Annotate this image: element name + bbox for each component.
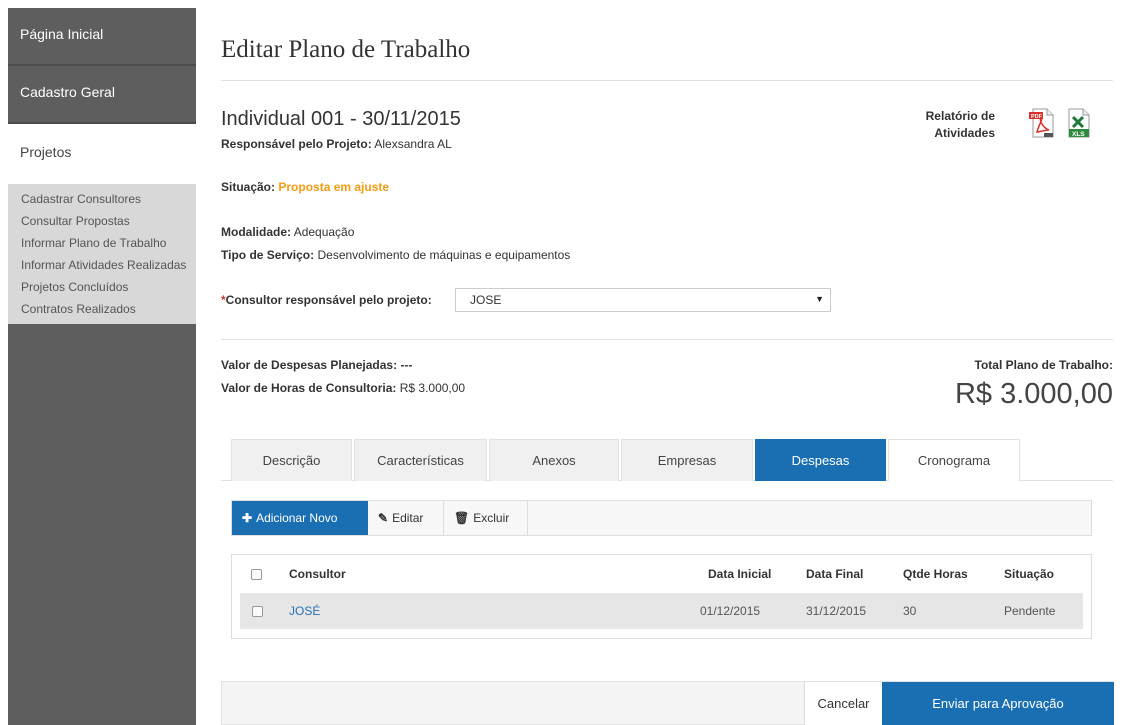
table-row[interactable]: JOSÉ 01/12/2015 31/12/2015 30 Pendente	[240, 593, 1083, 629]
header-data-final: Data Final	[806, 567, 864, 581]
responsavel-label: Responsável pelo Projeto:	[221, 137, 372, 151]
sidebar-subitem-projetos-concluidos[interactable]: Projetos Concluídos	[8, 276, 196, 298]
consultor-select[interactable]: JOSE ▼	[455, 288, 831, 312]
situacao-label: Situação:	[221, 180, 276, 194]
sidebar: Página Inicial Cadastro Geral Projetos C…	[8, 8, 196, 725]
pencil-icon: ✎	[378, 511, 389, 525]
row-qtde-horas: 30	[903, 604, 917, 618]
toolbar: ✚ Adicionar Novo ✎ Editar 🗑 Excluir	[231, 500, 1092, 536]
trash-icon: 🗑	[454, 511, 470, 525]
tab-descricao[interactable]: Descrição	[231, 439, 352, 481]
tab-anexos[interactable]: Anexos	[489, 439, 619, 481]
sidebar-subitem-cadastrar-consultores[interactable]: Cadastrar Consultores	[8, 188, 196, 210]
situacao-field: Situação: Proposta em ajuste	[221, 180, 389, 194]
header-situacao: Situação	[1004, 567, 1055, 581]
main-content: Editar Plano de Trabalho Individual 001 …	[221, 0, 1114, 725]
tipo-servico-label: Tipo de Serviço:	[221, 248, 315, 262]
sidebar-submenu: Cadastrar Consultores Consultar Proposta…	[8, 184, 196, 324]
sidebar-item-pagina-inicial[interactable]: Página Inicial	[8, 8, 196, 66]
consultor-label-text: Consultor responsável pelo projeto:	[225, 293, 432, 307]
horas-label: Valor de Horas de Consultoria:	[221, 381, 397, 395]
plus-icon: ✚	[242, 511, 253, 525]
consultor-label: *Consultor responsável pelo projeto:	[221, 293, 432, 307]
tipo-servico-field: Tipo de Serviço: Desenvolvimento de máqu…	[221, 248, 570, 262]
divider	[221, 80, 1113, 81]
total-label: Total Plano de Trabalho:	[974, 358, 1113, 372]
form-footer: Cancelar Enviar para Aprovação	[221, 681, 1114, 725]
row-checkbox[interactable]	[252, 605, 263, 617]
report-label-line2: Atividades	[934, 126, 995, 140]
row-situacao: Pendente	[1004, 604, 1056, 618]
tab-cronograma[interactable]: Cronograma	[888, 439, 1020, 481]
edit-button[interactable]: ✎ Editar	[368, 501, 444, 535]
despesas-field: Valor de Despesas Planejadas: ---	[221, 358, 412, 372]
svg-text:XLS: XLS	[1072, 131, 1085, 138]
delete-button[interactable]: 🗑 Excluir	[444, 501, 528, 535]
situacao-value: Proposta em ajuste	[278, 180, 390, 194]
horas-value: R$ 3.000,00	[399, 381, 466, 395]
add-new-label: Adicionar Novo	[256, 511, 338, 525]
caret-down-icon: ▼	[815, 294, 824, 304]
sidebar-item-cadastro-geral[interactable]: Cadastro Geral	[8, 66, 196, 124]
edit-label: Editar	[392, 511, 424, 525]
modalidade-label: Modalidade:	[221, 225, 292, 239]
horas-field: Valor de Horas de Consultoria: R$ 3.000,…	[221, 381, 465, 395]
tab-caracteristicas[interactable]: Características	[354, 439, 487, 481]
divider	[221, 339, 1113, 340]
select-all-checkbox[interactable]	[251, 568, 262, 580]
add-new-button[interactable]: ✚ Adicionar Novo	[232, 501, 368, 535]
sidebar-item-projetos[interactable]: Projetos	[8, 124, 196, 184]
total-value: R$ 3.000,00	[954, 378, 1113, 410]
row-checkbox-cell	[252, 593, 263, 629]
header-data-inicial: Data Inicial	[708, 567, 772, 581]
row-consultor-link[interactable]: JOSÉ	[289, 593, 320, 629]
pdf-file-icon[interactable]: PDF	[1029, 108, 1055, 138]
tab-empresas[interactable]: Empresas	[621, 439, 753, 481]
send-for-approval-button[interactable]: Enviar para Aprovação	[882, 682, 1114, 725]
consultor-select-value: JOSE	[470, 293, 502, 307]
sidebar-subitem-informar-atividades[interactable]: Informar Atividades Realizadas	[8, 254, 196, 276]
modalidade-value: Adequação	[293, 225, 355, 239]
report-label-line1: Relatório de	[925, 109, 995, 123]
row-data-final: 31/12/2015	[806, 604, 867, 618]
select-all-cell	[251, 555, 262, 593]
page-title: Editar Plano de Trabalho	[221, 36, 471, 63]
row-data-inicial: 01/12/2015	[700, 604, 761, 618]
tab-bar: Descrição Características Anexos Empresa…	[221, 439, 1113, 481]
responsavel-field: Responsável pelo Projeto: Alexsandra AL	[221, 137, 452, 151]
report-label: Relatório de Atividades	[905, 108, 995, 142]
delete-label: Excluir	[473, 511, 510, 525]
sidebar-subitem-informar-plano[interactable]: Informar Plano de Trabalho	[8, 232, 196, 254]
tipo-servico-value: Desenvolvimento de máquinas e equipament…	[317, 248, 571, 262]
tab-despesas[interactable]: Despesas	[755, 439, 886, 481]
sidebar-subitem-consultar-propostas[interactable]: Consultar Propostas	[8, 210, 196, 232]
modalidade-field: Modalidade: Adequação	[221, 225, 354, 239]
despesas-table: Consultor Data Inicial Data Final Qtde H…	[231, 554, 1092, 639]
project-name: Individual 001 - 30/11/2015	[221, 108, 461, 130]
excel-file-icon[interactable]: XLS	[1067, 108, 1091, 138]
despesas-label: Valor de Despesas Planejadas:	[221, 358, 398, 372]
header-consultor: Consultor	[289, 567, 346, 581]
despesas-value: ---	[400, 358, 413, 372]
sidebar-subitem-contratos-realizados[interactable]: Contratos Realizados	[8, 298, 196, 320]
table-header: Consultor Data Inicial Data Final Qtde H…	[232, 555, 1091, 593]
cancel-button[interactable]: Cancelar	[804, 682, 882, 725]
responsavel-value: Alexsandra AL	[374, 137, 452, 151]
header-qtde-horas: Qtde Horas	[903, 567, 968, 581]
